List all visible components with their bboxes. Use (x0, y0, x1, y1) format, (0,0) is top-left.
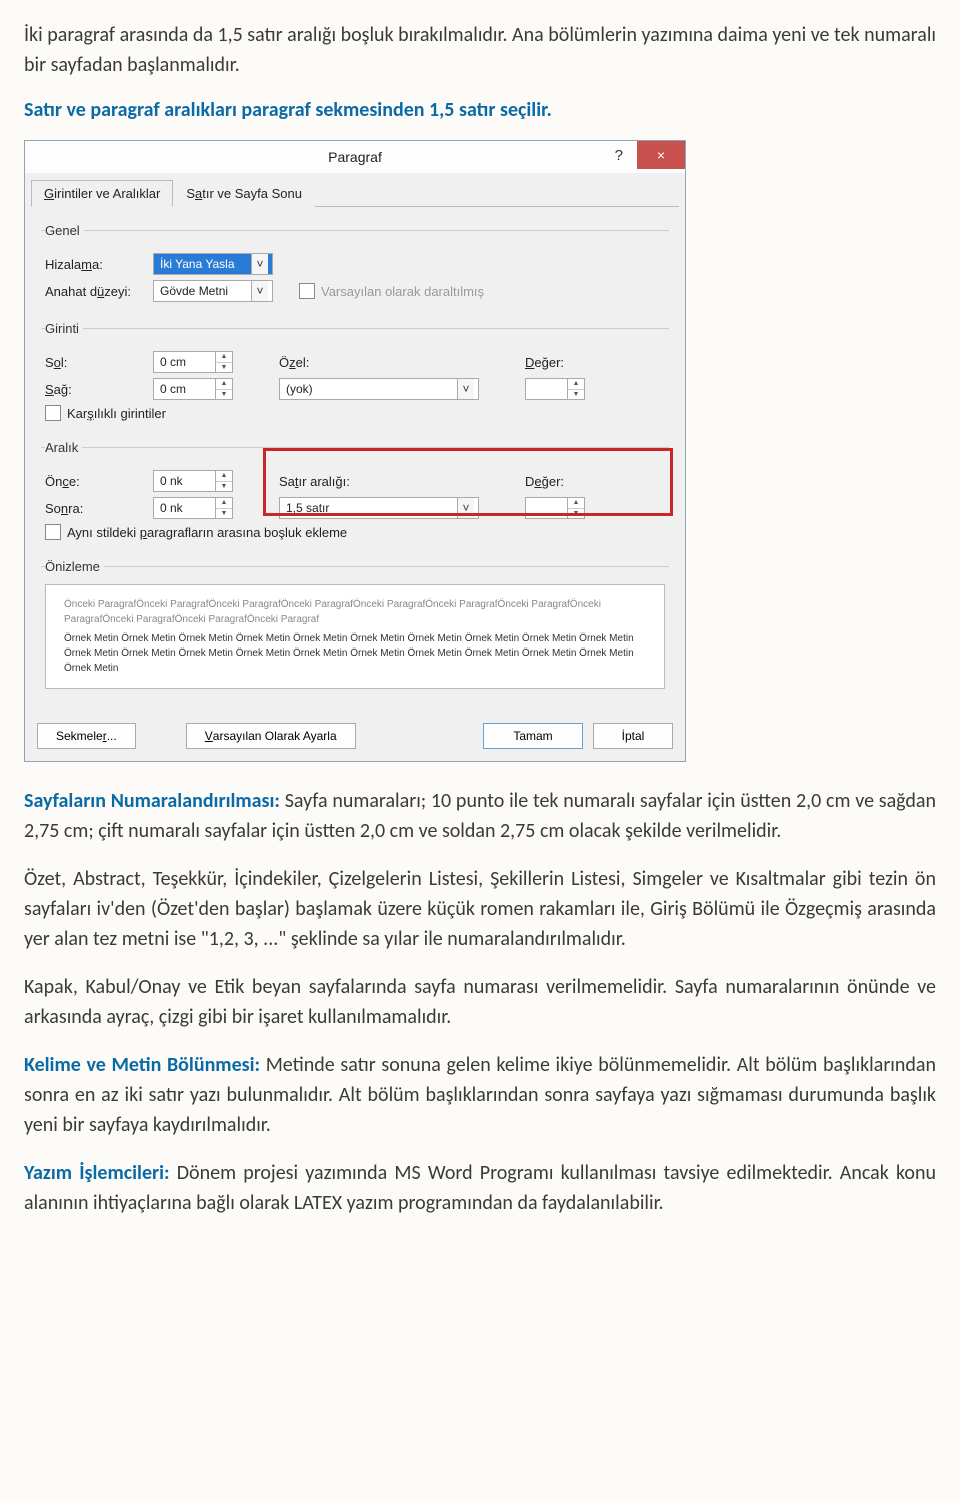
preview-box: Önceki ParagrafÖnceki ParagrafÖnceki Par… (45, 584, 665, 689)
value-spinner-2[interactable]: ▲▼ (525, 497, 585, 519)
close-icon: × (657, 147, 665, 163)
close-button[interactable]: × (637, 141, 685, 169)
before-label: Önce: (45, 474, 145, 489)
right-label: Sağ: (45, 382, 145, 397)
collapsed-label: Varsayılan olarak daraltılmış (321, 284, 484, 299)
ok-button[interactable]: Tamam (483, 723, 583, 749)
word-breaking-label: Kelime ve Metin Bölünmesi: (24, 1053, 260, 1077)
spinner-arrows: ▲▼ (215, 379, 232, 399)
alignment-label: Hizalama: (45, 257, 145, 272)
no-space-checkbox[interactable]: Aynı stildeki paragrafların arasına boşl… (45, 524, 347, 540)
chevron-down-icon: ˅ (251, 281, 268, 301)
preview-ghost: Önceki ParagrafÖnceki ParagrafÖnceki Par… (64, 597, 646, 627)
value-spinner[interactable]: ▲▼ (525, 378, 585, 400)
outline-value: Gövde Metni (160, 284, 228, 298)
alignment-combo[interactable]: İki Yana Yasla ˅ (153, 253, 273, 275)
cancel-button[interactable]: İptal (593, 723, 673, 749)
chevron-down-icon: ˅ (457, 379, 474, 399)
alignment-value: İki Yana Yasla (160, 257, 235, 271)
line-spacing-combo[interactable]: 1,5 satır ˅ (279, 497, 479, 519)
mirror-label: Karşılıklı girintiler (67, 406, 166, 421)
spinner-arrows: ▲▼ (215, 352, 232, 372)
left-label: Sol: (45, 355, 145, 370)
no-space-label: Aynı stildeki paragrafların arasına boşl… (67, 525, 347, 540)
blue-heading: Satır ve paragraf aralıkları paragraf se… (24, 98, 936, 122)
checkbox-box (299, 283, 315, 299)
left-spinner[interactable]: 0 cm ▲▼ (153, 351, 233, 373)
processors-paragraph: Yazım İşlemcileri: Dönem projesi yazımın… (24, 1158, 936, 1218)
spinner-arrows: ▲▼ (215, 471, 232, 491)
spinner-arrows: ▲▼ (215, 498, 232, 518)
processors-label: Yazım İşlemcileri: (24, 1161, 170, 1185)
group-preview-legend: Önizleme (45, 559, 104, 574)
before-spinner[interactable]: 0 nk ▲▼ (153, 470, 233, 492)
tab-label: Satır ve Sayfa Sonu (186, 186, 302, 201)
group-spacing: Aralık Önce: 0 nk ▲▼ Satır aralığı: Değe… (41, 440, 669, 551)
spinner-arrows: ▲▼ (567, 379, 584, 399)
titlebar: Paragraf ? × (25, 141, 685, 173)
line-spacing-label: Satır aralığı: (279, 474, 479, 489)
intro-paragraph: İki paragraf arasında da 1,5 satır aralı… (24, 20, 936, 80)
tabs-button[interactable]: Sekmeler... (37, 723, 136, 749)
left-value: 0 cm (160, 355, 186, 369)
special-value: (yok) (286, 382, 313, 396)
tab-label: Girintiler ve Aralıklar (44, 186, 160, 201)
page-numbering-paragraph: Sayfaların Numaralandırılması: Sayfa num… (24, 786, 936, 846)
word-breaking-paragraph: Kelime ve Metin Bölünmesi: Metinde satır… (24, 1050, 936, 1140)
set-default-button[interactable]: Varsayılan Olarak Ayarla (186, 723, 356, 749)
right-value: 0 cm (160, 382, 186, 396)
group-general-legend: Genel (45, 223, 84, 238)
special-combo[interactable]: (yok) ˅ (279, 378, 479, 400)
spinner-arrows: ▲▼ (567, 498, 584, 518)
paragraph-dialog: Paragraf ? × Girintiler ve Aralıklar Sat… (24, 140, 686, 762)
before-value: 0 nk (160, 474, 183, 488)
value-label-2: Değer: (525, 474, 564, 489)
dialog-tabs: Girintiler ve Aralıklar Satır ve Sayfa S… (31, 179, 679, 207)
outline-combo[interactable]: Gövde Metni ˅ (153, 280, 273, 302)
preview-sample: Örnek Metin Örnek Metin Örnek Metin Örne… (64, 631, 646, 676)
cover-pages-paragraph: Kapak, Kabul/Onay ve Etik beyan sayfalar… (24, 972, 936, 1032)
help-button[interactable]: ? (605, 143, 633, 168)
group-preview: Önizleme Önceki ParagrafÖnceki ParagrafÖ… (41, 559, 669, 695)
special-label: Özel: (279, 355, 479, 370)
after-label: Sonra: (45, 501, 145, 516)
collapsed-checkbox[interactable]: Varsayılan olarak daraltılmış (299, 283, 484, 299)
after-spinner[interactable]: 0 nk ▲▼ (153, 497, 233, 519)
chevron-down-icon: ˅ (251, 254, 268, 274)
checkbox-box (45, 524, 61, 540)
right-spinner[interactable]: 0 cm ▲▼ (153, 378, 233, 400)
group-indent: Girinti Sol: 0 cm ▲▼ Özel: Değer: Sağ: 0… (41, 321, 669, 432)
page-numbering-label: Sayfaların Numaralandırılması: (24, 789, 280, 813)
chevron-down-icon: ˅ (457, 498, 474, 518)
mirror-indents-checkbox[interactable]: Karşılıklı girintiler (45, 405, 166, 421)
checkbox-box (45, 405, 61, 421)
group-indent-legend: Girinti (45, 321, 83, 336)
after-value: 0 nk (160, 501, 183, 515)
tab-line-page-breaks[interactable]: Satır ve Sayfa Sonu (173, 180, 315, 207)
group-spacing-legend: Aralık (45, 440, 82, 455)
outline-label: Anahat düzeyi: (45, 284, 145, 299)
dialog-buttons: Sekmeler... Varsayılan Olarak Ayarla Tam… (25, 713, 685, 761)
tab-indents-spacing[interactable]: Girintiler ve Aralıklar (31, 180, 173, 207)
roman-numerals-paragraph: Özet, Abstract, Teşekkür, İçindekiler, Ç… (24, 864, 936, 954)
line-spacing-value: 1,5 satır (286, 501, 329, 515)
group-general: Genel Hizalama: İki Yana Yasla ˅ Anahat … (41, 223, 669, 313)
dialog-title: Paragraf (328, 149, 382, 165)
value-label: Değer: (525, 355, 564, 370)
